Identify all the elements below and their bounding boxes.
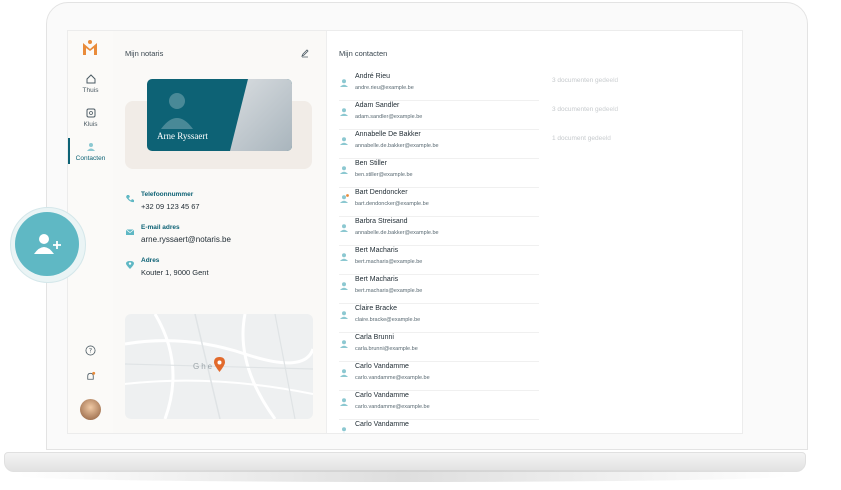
add-contact-button[interactable] xyxy=(15,212,79,276)
list-item[interactable]: Carlo Vandamme carlo.vandamme@example.be xyxy=(339,361,539,391)
contacts-panel: Mijn contacten André Rieu andre.rieu@exam… xyxy=(327,31,742,433)
contact-email: bert.macharis@example.be xyxy=(355,288,423,294)
sidebar-item-label: Kluis xyxy=(83,121,98,128)
map[interactable]: Ghe xyxy=(125,314,313,419)
app-screen: Thuis Kluis Contacten ? Mijn notaris Arn… xyxy=(67,30,743,434)
vault-icon xyxy=(86,108,95,118)
contacts-icon xyxy=(86,143,95,151)
contact-person-icon xyxy=(340,311,348,319)
map-pin-icon xyxy=(214,357,225,372)
shared-docs-count: 1 document gedeeld xyxy=(552,135,611,142)
list-item[interactable]: Bert Macharis bert.macharis@example.be xyxy=(339,274,539,304)
contact-email: andre.rieu@example.be xyxy=(355,85,414,91)
contact-email: carla.brunni@example.be xyxy=(355,346,418,352)
contact-email: carlo.vandamme@example.be xyxy=(355,433,430,434)
contact-email: ben.stiller@example.be xyxy=(355,172,413,178)
shared-docs-count: 3 documenten gedeeld xyxy=(552,77,619,84)
panel-title: Mijn notaris xyxy=(125,49,164,58)
email-value[interactable]: arne.ryssaert@notaris.be xyxy=(141,235,231,244)
contact-person-icon xyxy=(340,253,348,261)
contact-email: bart.dendoncker@example.be xyxy=(355,201,429,207)
sidebar-item-home[interactable]: Thuis xyxy=(68,73,113,94)
contact-name: Adam Sandler xyxy=(355,102,400,109)
contact-person-icon xyxy=(340,166,348,174)
contact-name: Ben Stiller xyxy=(355,160,387,167)
contact-email: annabelle.de.bakker@example.be xyxy=(355,230,439,236)
notary-panel: Mijn notaris Arne Ryssaert Telefoonnumme… xyxy=(113,31,327,433)
edit-icon[interactable] xyxy=(300,48,310,58)
contact-person-icon xyxy=(340,340,348,348)
shared-docs-count: 3 documenten gedeeld xyxy=(552,106,619,113)
list-item[interactable]: Annabelle De Bakker annabelle.de.bakker@e… xyxy=(339,129,539,159)
contact-name: Annabelle De Bakker xyxy=(355,131,421,138)
contact-name: Bert Macharis xyxy=(355,247,399,254)
contact-name: Bart Dendoncker xyxy=(355,189,408,196)
email-info: E-mail adres arne.ryssaert@notaris.be xyxy=(125,224,231,244)
list-item[interactable]: Ben Stiller ben.stiller@example.be xyxy=(339,158,539,188)
contact-email: bert.macharis@example.be xyxy=(355,259,423,265)
sidebar-item-label: Thuis xyxy=(82,87,99,94)
help-icon[interactable]: ? xyxy=(85,345,96,356)
contact-person-icon xyxy=(342,427,346,433)
sidebar-item-vault[interactable]: Kluis xyxy=(68,107,113,128)
contact-person-icon xyxy=(340,194,349,203)
location-icon xyxy=(126,261,134,269)
contact-name: Carlo Vandamme xyxy=(355,392,409,399)
contact-name: Carlo Vandamme xyxy=(355,363,409,370)
contact-email: annabelle.de.bakker@example.be xyxy=(355,143,439,149)
laptop-shadow xyxy=(18,470,788,482)
svg-text:?: ? xyxy=(89,347,92,355)
contact-person-icon xyxy=(340,282,348,290)
contact-email: carlo.vandamme@example.be xyxy=(355,404,430,410)
email-label: E-mail adres xyxy=(141,224,180,231)
brand-logo-icon xyxy=(83,40,97,55)
contact-person-icon xyxy=(340,79,348,87)
contacts-title: Mijn contacten xyxy=(339,49,388,58)
avatar[interactable] xyxy=(80,399,101,420)
person-watermark-icon xyxy=(161,93,193,129)
sidebar-item-contacts[interactable]: Contacten xyxy=(68,138,113,164)
add-user-icon xyxy=(34,234,61,254)
list-item[interactable]: Adam Sandler adam.sandler@example.be xyxy=(339,100,539,130)
address-label: Adres xyxy=(141,257,160,264)
contact-name: André Rieu xyxy=(355,73,391,80)
list-item[interactable]: Carla Brunni carla.brunni@example.be xyxy=(339,332,539,362)
map-city-label: Ghe xyxy=(193,362,215,371)
bell-icon[interactable] xyxy=(85,371,96,382)
contact-person-icon xyxy=(340,398,348,406)
address-info: Adres Kouter 1, 9000 Gent xyxy=(125,257,209,277)
contact-person-icon xyxy=(340,224,348,232)
sidebar-item-label: Contacten xyxy=(75,155,106,162)
contact-name: Bert Macharis xyxy=(355,276,399,283)
list-item[interactable]: Carlo Vandamme carlo.vandamme@example.be xyxy=(339,419,539,434)
list-item[interactable]: Barbra Streisand annabelle.de.bakker@exam… xyxy=(339,216,539,246)
contact-email: claire.bracke@example.be xyxy=(355,317,421,323)
list-item[interactable]: Bert Macharis bert.macharis@example.be xyxy=(339,245,539,275)
list-item[interactable]: Bart Dendoncker bart.dendoncker@example.b… xyxy=(339,187,539,217)
laptop-base xyxy=(4,452,806,472)
contact-name: Carla Brunni xyxy=(355,334,394,341)
home-icon xyxy=(86,74,95,84)
contact-email: adam.sandler@example.be xyxy=(355,114,423,120)
list-item[interactable]: André Rieu andre.rieu@example.be xyxy=(339,71,539,101)
mail-icon xyxy=(125,229,135,235)
contact-name: Barbra Streisand xyxy=(355,218,408,225)
phone-value[interactable]: +32 09 123 45 67 xyxy=(141,202,200,211)
contact-name: Claire Bracke xyxy=(355,305,398,312)
address-value: Kouter 1, 9000 Gent xyxy=(141,268,209,277)
contact-person-icon xyxy=(340,108,348,116)
contact-name: Carlo Vandamme xyxy=(355,421,409,428)
notary-photo xyxy=(230,79,292,151)
contact-person-icon xyxy=(340,369,348,377)
contact-email: carlo.vandamme@example.be xyxy=(355,375,430,381)
notary-card: Arne Ryssaert xyxy=(147,79,292,151)
contact-person-icon xyxy=(340,137,348,145)
phone-info: Telefoonnummer +32 09 123 45 67 xyxy=(125,191,200,211)
list-item[interactable]: Carlo Vandamme carlo.vandamme@example.be xyxy=(339,390,539,420)
phone-label: Telefoonnummer xyxy=(141,191,194,198)
list-item[interactable]: Claire Bracke claire.bracke@example.be xyxy=(339,303,539,333)
notary-name: Arne Ryssaert xyxy=(157,131,208,141)
phone-icon xyxy=(126,195,134,203)
